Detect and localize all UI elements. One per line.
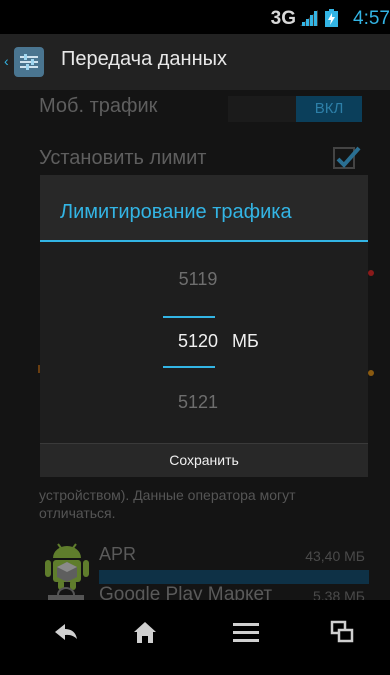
signal-icon	[300, 10, 318, 26]
action-bar: ‹ Передача данных	[0, 34, 390, 90]
save-button[interactable]: Сохранить	[40, 444, 368, 477]
set-limit-label: Установить лимит	[39, 147, 207, 169]
picker-unit: МБ	[232, 331, 259, 351]
set-limit-checkbox[interactable]	[333, 146, 361, 169]
picker-current-value[interactable]: 5120	[168, 331, 228, 352]
up-chevron-icon[interactable]: ‹	[4, 53, 9, 69]
page-title: Передача данных	[61, 48, 228, 70]
battery-charging-icon	[325, 9, 338, 27]
checkmark-icon	[336, 146, 361, 168]
data-usage-settings-icon[interactable]	[14, 47, 44, 77]
warning-marker	[368, 370, 374, 376]
traffic-limit-dialog: Лимитирование трафика 5119 5120 МБ 5121 …	[40, 175, 368, 477]
picker-next-value[interactable]: 5121	[168, 392, 228, 413]
data-note: устройством). Данные оператора могут отл…	[39, 487, 296, 521]
status-bar: 3G 4:57	[0, 0, 390, 34]
app-name: APR	[99, 544, 137, 564]
dialog-title: Лимитирование трафика	[60, 201, 292, 223]
home-icon[interactable]	[125, 612, 165, 652]
mobile-traffic-label: Моб. трафик	[39, 95, 158, 117]
back-icon[interactable]	[46, 612, 86, 652]
picker-prev-value[interactable]: 5119	[168, 269, 228, 290]
app-size: 43,40 МБ	[305, 548, 365, 564]
recent-apps-icon[interactable]	[322, 612, 362, 652]
clock: 4:57	[353, 8, 390, 29]
picker-selection-line-bottom	[163, 366, 215, 368]
menu-icon[interactable]	[226, 612, 266, 652]
mobile-traffic-toggle[interactable]: ВКЛ	[228, 96, 362, 122]
app-usage-bar	[99, 570, 369, 584]
limit-marker	[368, 270, 374, 276]
network-type: 3G	[270, 8, 296, 29]
number-picker[interactable]: 5119 5120 МБ 5121	[40, 242, 368, 443]
navigation-bar	[0, 600, 390, 675]
toggle-on-label: ВКЛ	[296, 96, 362, 122]
picker-selection-line-top	[163, 316, 215, 318]
